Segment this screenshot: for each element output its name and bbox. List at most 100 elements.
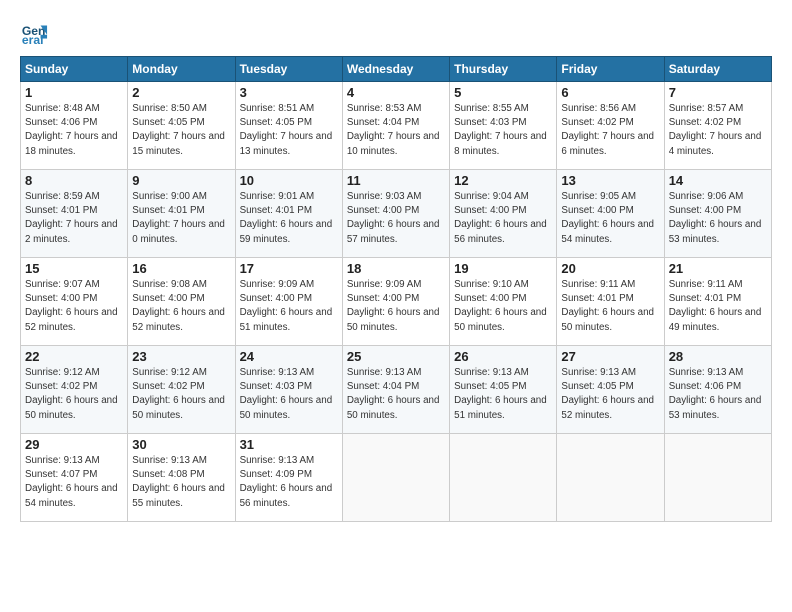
day-detail: Sunrise: 9:06 AMSunset: 4:00 PMDaylight:… [669, 190, 767, 247]
day-detail: Sunrise: 9:13 AMSunset: 4:08 PMDaylight:… [132, 454, 230, 511]
weekday-header-tuesday: Tuesday [235, 57, 342, 82]
day-detail: Sunrise: 9:12 AMSunset: 4:02 PMDaylight:… [132, 366, 230, 423]
weekday-header-wednesday: Wednesday [342, 57, 449, 82]
week-row-5: 29 Sunrise: 9:13 AMSunset: 4:07 PMDayligh… [21, 434, 772, 522]
day-number: 17 [240, 261, 338, 276]
svg-text:eral: eral [22, 33, 44, 46]
day-number: 11 [347, 173, 445, 188]
day-number: 15 [25, 261, 123, 276]
day-number: 19 [454, 261, 552, 276]
day-detail: Sunrise: 9:04 AMSunset: 4:00 PMDaylight:… [454, 190, 552, 247]
week-row-2: 8Sunrise: 8:59 AMSunset: 4:01 PMDaylight… [21, 170, 772, 258]
logo-icon: Gen eral [20, 18, 48, 46]
day-detail: Sunrise: 9:12 AMSunset: 4:02 PMDaylight:… [25, 366, 123, 423]
day-number: 3 [240, 85, 338, 100]
day-detail: Sunrise: 8:55 AMSunset: 4:03 PMDaylight:… [454, 102, 552, 159]
day-cell [450, 434, 557, 522]
day-cell: 24 Sunrise: 9:13 AMSunset: 4:03 PMDayligh… [235, 346, 342, 434]
day-number: 2 [132, 85, 230, 100]
day-detail: Sunrise: 9:13 AMSunset: 4:06 PMDaylight:… [669, 366, 767, 423]
day-cell: 8Sunrise: 8:59 AMSunset: 4:01 PMDaylight… [21, 170, 128, 258]
weekday-header-monday: Monday [128, 57, 235, 82]
day-number: 10 [240, 173, 338, 188]
day-number: 24 [240, 349, 338, 364]
day-cell: 17 Sunrise: 9:09 AMSunset: 4:00 PMDayligh… [235, 258, 342, 346]
header: Gen eral [20, 18, 772, 46]
logo: Gen eral [20, 18, 52, 46]
day-number: 31 [240, 437, 338, 452]
day-number: 27 [561, 349, 659, 364]
day-number: 26 [454, 349, 552, 364]
day-number: 18 [347, 261, 445, 276]
day-detail: Sunrise: 9:13 AMSunset: 4:05 PMDaylight:… [561, 366, 659, 423]
day-detail: Sunrise: 9:11 AMSunset: 4:01 PMDaylight:… [561, 278, 659, 335]
week-row-1: 1Sunrise: 8:48 AMSunset: 4:06 PMDaylight… [21, 82, 772, 170]
day-cell: 1Sunrise: 8:48 AMSunset: 4:06 PMDaylight… [21, 82, 128, 170]
day-cell: 4Sunrise: 8:53 AMSunset: 4:04 PMDaylight… [342, 82, 449, 170]
day-number: 21 [669, 261, 767, 276]
day-cell: 15 Sunrise: 9:07 AMSunset: 4:00 PMDayligh… [21, 258, 128, 346]
day-cell: 28 Sunrise: 9:13 AMSunset: 4:06 PMDayligh… [664, 346, 771, 434]
day-detail: Sunrise: 9:01 AMSunset: 4:01 PMDaylight:… [240, 190, 338, 247]
day-cell: 21Sunrise: 9:11 AMSunset: 4:01 PMDayligh… [664, 258, 771, 346]
day-cell: 5 Sunrise: 8:55 AMSunset: 4:03 PMDaylight… [450, 82, 557, 170]
day-cell: 3Sunrise: 8:51 AMSunset: 4:05 PMDaylight… [235, 82, 342, 170]
day-cell: 13 Sunrise: 9:05 AMSunset: 4:00 PMDayligh… [557, 170, 664, 258]
day-cell: 29 Sunrise: 9:13 AMSunset: 4:07 PMDayligh… [21, 434, 128, 522]
day-cell: 14 Sunrise: 9:06 AMSunset: 4:00 PMDayligh… [664, 170, 771, 258]
day-cell: 18 Sunrise: 9:09 AMSunset: 4:00 PMDayligh… [342, 258, 449, 346]
week-row-4: 22 Sunrise: 9:12 AMSunset: 4:02 PMDayligh… [21, 346, 772, 434]
day-number: 20 [561, 261, 659, 276]
day-cell [557, 434, 664, 522]
weekday-header-friday: Friday [557, 57, 664, 82]
calendar-page: Gen eral SundayMondayTuesdayWednesdayThu… [0, 0, 792, 612]
week-row-3: 15 Sunrise: 9:07 AMSunset: 4:00 PMDayligh… [21, 258, 772, 346]
day-cell: 7 Sunrise: 8:57 AMSunset: 4:02 PMDaylight… [664, 82, 771, 170]
day-detail: Sunrise: 9:05 AMSunset: 4:00 PMDaylight:… [561, 190, 659, 247]
weekday-header-thursday: Thursday [450, 57, 557, 82]
day-detail: Sunrise: 9:13 AMSunset: 4:03 PMDaylight:… [240, 366, 338, 423]
day-cell: 20 Sunrise: 9:11 AMSunset: 4:01 PMDayligh… [557, 258, 664, 346]
weekday-header-sunday: Sunday [21, 57, 128, 82]
day-cell: 30 Sunrise: 9:13 AMSunset: 4:08 PMDayligh… [128, 434, 235, 522]
day-detail: Sunrise: 9:09 AMSunset: 4:00 PMDaylight:… [347, 278, 445, 335]
day-detail: Sunrise: 9:13 AMSunset: 4:04 PMDaylight:… [347, 366, 445, 423]
day-cell: 11 Sunrise: 9:03 AMSunset: 4:00 PMDayligh… [342, 170, 449, 258]
day-number: 13 [561, 173, 659, 188]
day-number: 1 [25, 85, 123, 100]
day-cell: 27 Sunrise: 9:13 AMSunset: 4:05 PMDayligh… [557, 346, 664, 434]
day-number: 28 [669, 349, 767, 364]
day-detail: Sunrise: 9:13 AMSunset: 4:05 PMDaylight:… [454, 366, 552, 423]
day-detail: Sunrise: 9:13 AMSunset: 4:09 PMDaylight:… [240, 454, 338, 511]
day-cell: 9Sunrise: 9:00 AMSunset: 4:01 PMDaylight… [128, 170, 235, 258]
day-cell: 22 Sunrise: 9:12 AMSunset: 4:02 PMDayligh… [21, 346, 128, 434]
day-cell: 31 Sunrise: 9:13 AMSunset: 4:09 PMDayligh… [235, 434, 342, 522]
calendar-body: 1Sunrise: 8:48 AMSunset: 4:06 PMDaylight… [21, 82, 772, 522]
day-number: 7 [669, 85, 767, 100]
day-detail: Sunrise: 9:09 AMSunset: 4:00 PMDaylight:… [240, 278, 338, 335]
day-cell [664, 434, 771, 522]
day-number: 12 [454, 173, 552, 188]
day-number: 22 [25, 349, 123, 364]
day-detail: Sunrise: 8:53 AMSunset: 4:04 PMDaylight:… [347, 102, 445, 159]
day-detail: Sunrise: 9:08 AMSunset: 4:00 PMDaylight:… [132, 278, 230, 335]
day-number: 5 [454, 85, 552, 100]
day-cell: 2 Sunrise: 8:50 AMSunset: 4:05 PMDaylight… [128, 82, 235, 170]
day-detail: Sunrise: 8:56 AMSunset: 4:02 PMDaylight:… [561, 102, 659, 159]
day-detail: Sunrise: 8:57 AMSunset: 4:02 PMDaylight:… [669, 102, 767, 159]
weekday-header-saturday: Saturday [664, 57, 771, 82]
weekday-header-row: SundayMondayTuesdayWednesdayThursdayFrid… [21, 57, 772, 82]
day-detail: Sunrise: 8:50 AMSunset: 4:05 PMDaylight:… [132, 102, 230, 159]
day-cell: 19 Sunrise: 9:10 AMSunset: 4:00 PMDayligh… [450, 258, 557, 346]
day-cell: 12 Sunrise: 9:04 AMSunset: 4:00 PMDayligh… [450, 170, 557, 258]
day-detail: Sunrise: 9:03 AMSunset: 4:00 PMDaylight:… [347, 190, 445, 247]
day-cell [342, 434, 449, 522]
day-cell: 23Sunrise: 9:12 AMSunset: 4:02 PMDayligh… [128, 346, 235, 434]
day-detail: Sunrise: 9:07 AMSunset: 4:00 PMDaylight:… [25, 278, 123, 335]
day-number: 30 [132, 437, 230, 452]
day-detail: Sunrise: 9:10 AMSunset: 4:00 PMDaylight:… [454, 278, 552, 335]
day-number: 14 [669, 173, 767, 188]
day-detail: Sunrise: 9:13 AMSunset: 4:07 PMDaylight:… [25, 454, 123, 511]
day-number: 29 [25, 437, 123, 452]
day-detail: Sunrise: 8:59 AMSunset: 4:01 PMDaylight:… [25, 190, 123, 247]
